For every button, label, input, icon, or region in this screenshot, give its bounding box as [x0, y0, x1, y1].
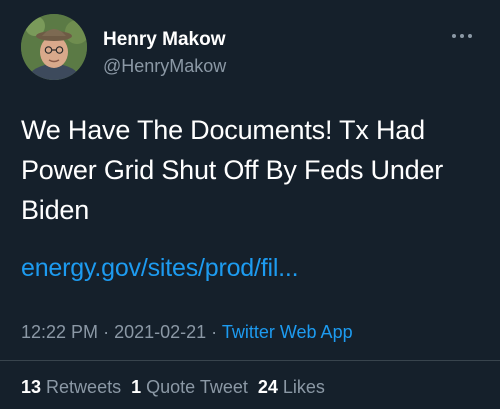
tweet-link[interactable]: energy.gov/sites/prod/fil... [21, 252, 299, 284]
user-avatar-photo-icon [21, 14, 87, 80]
retweets-stat[interactable]: 13 Retweets [21, 377, 121, 397]
retweets-label: Retweets [46, 377, 122, 397]
quotes-label: Quote Tweet [146, 377, 248, 397]
tweet-stats: 13 Retweets 1 Quote Tweet 24 Likes [21, 375, 335, 399]
quote-tweets-stat[interactable]: 1 Quote Tweet [131, 377, 248, 397]
avatar[interactable] [21, 14, 87, 80]
tweet-card: Henry Makow @HenryMakow We Have The Docu… [0, 0, 500, 409]
meta-separator: · [103, 322, 110, 342]
tweet-text-line: Power Grid Shut Off By Feds Under [21, 155, 444, 185]
display-name[interactable]: Henry Makow [103, 28, 226, 52]
likes-stat[interactable]: 24 Likes [258, 377, 325, 397]
tweet-time[interactable]: 12:22 PM [21, 322, 98, 342]
more-dots-icon [460, 34, 464, 38]
tweet-text-line: We Have The Documents! Tx Had [21, 115, 425, 145]
tweet-header: Henry Makow @HenryMakow [21, 14, 484, 92]
tweet-date[interactable]: 2021-02-21 [114, 322, 206, 342]
tweet-text-line: Biden [21, 195, 90, 225]
tweet-source[interactable]: Twitter Web App [222, 322, 353, 342]
more-dots-icon [468, 34, 472, 38]
tweet-text: We Have The Documents! Tx Had Power Grid… [21, 110, 481, 230]
more-options-button[interactable] [450, 28, 474, 44]
divider [0, 360, 500, 361]
likes-label: Likes [282, 377, 325, 397]
retweets-count: 13 [21, 377, 42, 397]
user-info: Henry Makow @HenryMakow [103, 28, 226, 78]
tweet-meta: 12:22 PM · 2021-02-21 · Twitter Web App [21, 320, 353, 344]
user-handle[interactable]: @HenryMakow [103, 54, 226, 78]
more-dots-icon [452, 34, 456, 38]
quotes-count: 1 [131, 377, 142, 397]
likes-count: 24 [257, 377, 278, 397]
meta-separator: · [211, 322, 218, 342]
